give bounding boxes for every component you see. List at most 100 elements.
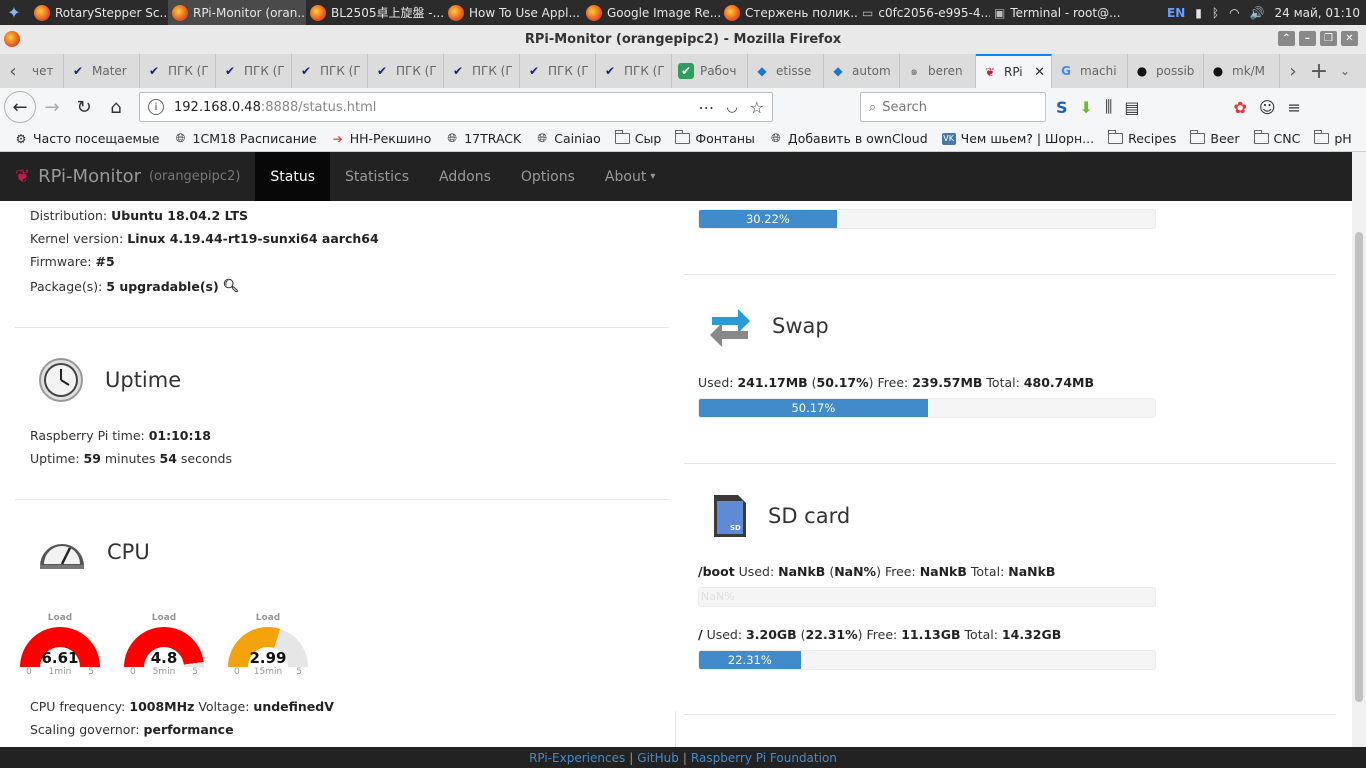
bookmark-item[interactable]: Beer <box>1186 130 1243 146</box>
browser-tab[interactable]: ◆ etisse <box>748 54 824 88</box>
url-host: 192.168.0.48 <box>174 99 261 115</box>
scroll-tabs-left-icon[interactable]: ‹ <box>0 54 26 88</box>
footer-link-github[interactable]: GitHub <box>637 751 679 765</box>
bookmark-item[interactable]: ⚙ Часто посещаемые <box>10 131 164 146</box>
rpi-menu-item-about[interactable]: About ▾ <box>590 152 670 201</box>
bookmark-item[interactable]: CNC <box>1250 130 1305 146</box>
browser-tab[interactable]: ✔ ПГК (Г <box>444 54 520 88</box>
page-actions-icon[interactable]: ⋯ <box>698 98 714 117</box>
volume-icon[interactable]: 🔊 <box>1250 6 1265 20</box>
browser-tab[interactable]: Gmachi <box>1052 54 1128 88</box>
bookmark-item[interactable]: ➔ НН-Рекшино <box>327 131 435 146</box>
all-tabs-icon[interactable]: ⌄ <box>1332 54 1358 88</box>
magnifier-icon[interactable]: 🔍︎ <box>223 279 240 294</box>
scroll-tabs-right-icon[interactable]: › <box>1280 54 1306 88</box>
rpi-menu-item-status[interactable]: Status <box>255 152 331 201</box>
footer-link-rpi-experiences[interactable]: RPi-Experiences <box>529 751 625 765</box>
taskbar-task[interactable]: ▣ Terminal - root@... <box>990 0 1140 25</box>
maximize-icon[interactable]: ❐ <box>1320 31 1337 46</box>
pocket-icon[interactable]: ◡ <box>726 100 737 115</box>
browser-tab[interactable]: ✔ ПГК (Г <box>292 54 368 88</box>
browser-tab[interactable]: ✔ ПГК (Г <box>216 54 292 88</box>
window-up-icon[interactable]: ⌃ <box>1278 31 1295 46</box>
rpi-menu-item-addons[interactable]: Addons <box>424 152 506 201</box>
extension-flower-icon[interactable]: ✿ <box>1233 98 1246 117</box>
browser-tab[interactable]: ✔ Mater <box>64 54 140 88</box>
taskbar-task[interactable]: BL2505卓上旋盤 -... <box>306 0 444 25</box>
library-icon[interactable]: ⫼ <box>1105 97 1112 117</box>
minimize-icon[interactable]: – <box>1299 31 1316 46</box>
tab-label: ПГК (Г <box>548 64 589 78</box>
browser-tab[interactable]: ๑ beren <box>900 54 976 88</box>
close-window-icon[interactable]: ✕ <box>1341 31 1358 46</box>
taskbar-task[interactable]: Стержень полик... <box>720 0 858 25</box>
taskbar-task[interactable]: RotaryStepper Sc... <box>30 0 168 25</box>
browser-tab[interactable]: чет <box>26 54 64 88</box>
forward-arrow-icon[interactable]: → <box>36 91 68 123</box>
checkmark-icon: ✔ <box>452 64 464 78</box>
browser-tab[interactable]: ✔ ПГК (Г <box>596 54 672 88</box>
reload-icon[interactable]: ↻ <box>68 91 100 123</box>
bookmark-item[interactable]: pH <box>1310 130 1355 146</box>
bluetooth-icon[interactable]: ᛒ <box>1212 6 1219 20</box>
bookmark-star-icon[interactable]: ☆ <box>750 98 764 117</box>
browser-tab[interactable]: ✔ ПГК (Г <box>520 54 596 88</box>
browser-tab[interactable]: ● possib <box>1128 54 1204 88</box>
bookmark-item[interactable]: Фонтаны <box>671 130 759 146</box>
new-tab-icon[interactable]: + <box>1306 54 1332 88</box>
bookmark-item[interactable]: VK Чем шьем? | Шорн... <box>938 131 1098 146</box>
bookmark-item[interactable]: 🌐︎ 1CM18 Расписание <box>170 131 321 146</box>
back-arrow-icon[interactable]: ← <box>4 91 36 123</box>
rpi-menu-item-options[interactable]: Options <box>506 152 590 201</box>
taskbar-task[interactable]: How To Use Appl... <box>444 0 582 25</box>
browser-tab[interactable]: ✔ Рабоч <box>672 54 748 88</box>
bookmark-item[interactable]: 🌐︎ 17TRACK <box>441 131 525 146</box>
globe-icon: 🌐︎ <box>537 131 548 145</box>
green-check-icon: ✔ <box>678 63 694 79</box>
info-icon[interactable]: i <box>148 99 164 115</box>
rpi-menu-label: Options <box>520 168 575 185</box>
kernel-label: Kernel version: <box>30 231 124 246</box>
keyboard-layout-indicator[interactable]: EN <box>1167 6 1185 20</box>
clock[interactable]: 24 май, 01:10 <box>1275 6 1361 20</box>
taskbar-task[interactable]: RPi-Monitor (oran... <box>168 0 306 25</box>
rpi-menu-item-statistics[interactable]: Statistics <box>330 152 424 201</box>
raspberry-icon: ❦ <box>984 65 996 79</box>
browser-tab[interactable]: ◆ autom <box>824 54 900 88</box>
browser-tab[interactable]: ✔ ПГК (Г <box>140 54 216 88</box>
bookmark-item[interactable]: Recipes <box>1104 130 1180 146</box>
scrollbar-thumb[interactable] <box>1355 232 1363 702</box>
bookmark-item[interactable]: LED <box>1362 130 1366 146</box>
app-menu-icon[interactable]: ✦ <box>0 0 30 25</box>
battery-icon[interactable]: ▮ <box>1195 6 1202 20</box>
search-bar[interactable]: ⌕ Search <box>860 92 1046 122</box>
wifi-icon[interactable]: ◠ <box>1229 6 1239 20</box>
shield-icon: ◆ <box>757 64 767 78</box>
bookmark-item[interactable]: Сыр <box>611 130 666 146</box>
bookmark-item[interactable]: 🌐︎ Добавить в ownCloud <box>765 131 932 146</box>
sidebar-icon[interactable]: ▤ <box>1124 98 1139 117</box>
taskbar-task[interactable]: Google Image Re... <box>582 0 720 25</box>
browser-tab[interactable]: ❦ RPi ✕ <box>976 54 1052 88</box>
browser-tab[interactable]: ✔ ПГК (Г <box>368 54 444 88</box>
page-scrollbar[interactable] <box>1352 152 1366 747</box>
browser-tab[interactable]: ● mk/M <box>1204 54 1280 88</box>
close-tab-icon[interactable]: ✕ <box>1034 65 1045 80</box>
window-title: RPi-Monitor (orangepipc2) - Mozilla Fire… <box>524 32 842 47</box>
extension-face-icon[interactable]: ☺ <box>1259 98 1276 117</box>
home-icon[interactable]: ⌂ <box>100 91 132 123</box>
left-column: Distribution: Ubuntu 18.04.2 LTS Kernel … <box>15 201 669 574</box>
url-bar[interactable]: i 192.168.0.48:8888/status.html ⋯ ◡ ☆ <box>139 92 773 122</box>
search-input[interactable]: Search <box>882 100 927 115</box>
download-extension-icon[interactable]: ⬇ <box>1080 98 1093 117</box>
toolbar-extensions: S ⬇ ⫼ ▤ ✿ ☺ ≡ <box>1056 88 1301 126</box>
menu-hamburger-icon[interactable]: ≡ <box>1288 98 1301 117</box>
taskbar-task[interactable]: ▭ c0fc2056-e995-4... <box>858 0 990 25</box>
footer-link-raspberry-pi-foundation[interactable]: Raspberry Pi Foundation <box>691 751 837 765</box>
brand-host: (orangepipc2) <box>148 169 241 184</box>
extension-s-icon[interactable]: S <box>1056 98 1068 117</box>
bookmark-item[interactable]: 🌐︎ Cainiao <box>531 131 605 146</box>
rpi-brand[interactable]: ❦ RPi-Monitor (orangepipc2) <box>0 166 240 187</box>
bookmark-list: ⚙ Часто посещаемые 🌐︎ 1CM18 Расписание ➔ НН-Р… <box>10 130 1366 146</box>
checkmark-icon: ✔ <box>528 64 540 78</box>
